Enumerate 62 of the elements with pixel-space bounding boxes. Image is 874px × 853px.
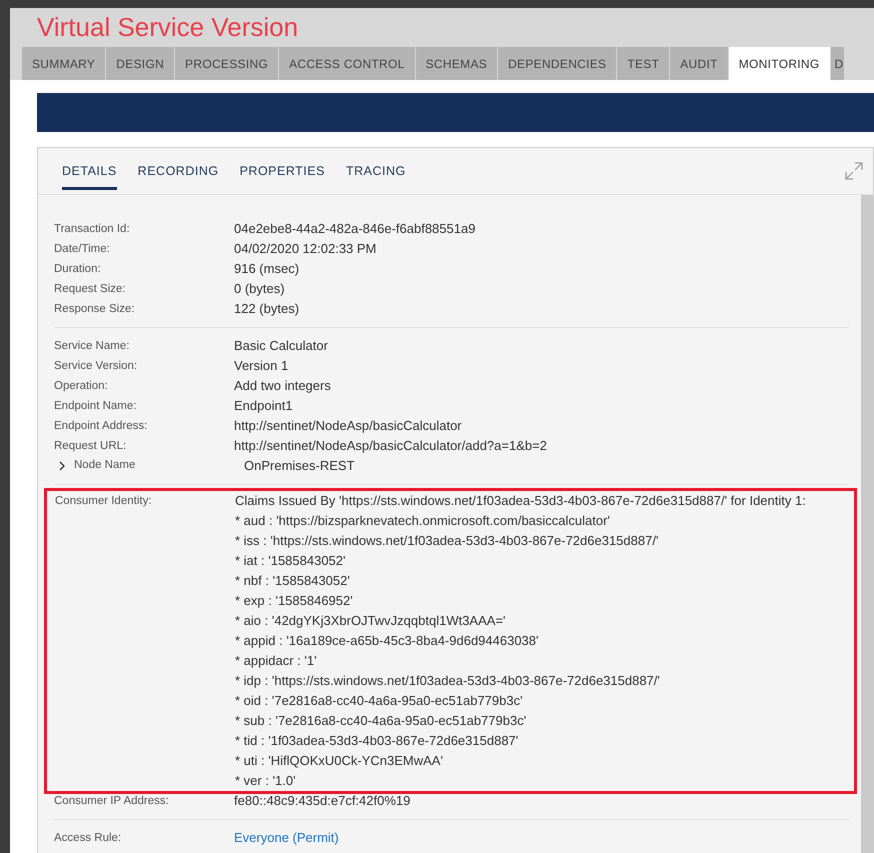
field-label: Operation: — [54, 379, 109, 394]
detail-tab[interactable]: RECORDING — [138, 162, 219, 190]
field-value: Add two integers — [234, 377, 331, 396]
field-value: Basic Calculator — [234, 337, 328, 356]
field-label: Service Version: — [54, 359, 138, 374]
field-label: Request Size: — [54, 282, 127, 297]
field-value: 122 (bytes) — [234, 300, 300, 318]
field-value: fe80::48c9:435d:e7cf:42f0%19 — [234, 792, 410, 810]
claim-line: * aud : 'https://bizsparknevatech.onmicrosoft.com/basiccalculator' — [235, 512, 611, 530]
field-value: OnPremises-REST — [244, 457, 355, 476]
field-label: Consumer Identity: — [55, 494, 153, 509]
field-label: Duration: — [54, 262, 102, 277]
field-value: http://sentinet/NodeAsp/basicCalculator/add?a=1&b=2 — [234, 437, 547, 456]
tab[interactable]: SCHEMAS — [416, 47, 498, 80]
field-value: Version 1 — [234, 357, 288, 376]
claim-line: * iss : 'https://sts.windows.net/1f03adea-53d3-4b03-867e-72d6e315d887/' — [235, 532, 660, 550]
field-label: Service Name: — [54, 339, 130, 354]
scrollbar[interactable] — [861, 195, 873, 853]
claim-line: * aio : '42dgYKj3XbrOJTwvJzqqbtql1Wt3AAA=' — [235, 612, 507, 630]
field-value: Endpoint1 — [234, 397, 293, 416]
access-rule-link[interactable]: Everyone (Permit) — [234, 828, 339, 848]
field-value: 04e2ebe8-44a2-482a-846e-f6abf88551a9 — [234, 220, 476, 238]
chevron-right-icon — [58, 461, 66, 471]
detail-tab[interactable]: DETAILS — [62, 162, 117, 190]
field-label: Request URL: — [54, 439, 128, 454]
field-value: 0 (bytes) — [234, 280, 285, 298]
tab[interactable]: PROCESSING — [175, 47, 278, 80]
tab[interactable]: DEPENDENCIES — [498, 47, 616, 80]
field-value: 04/02/2020 12:02:33 PM — [234, 240, 376, 258]
claim-line: * tid : '1f03adea-53d3-4b03-867e-72d6e315d887' — [235, 732, 520, 750]
claim-line: * idp : 'https://sts.windows.net/1f03adea-53d3-4b03-867e-72d6e315d887/' — [235, 672, 661, 690]
tab[interactable]: D — [830, 47, 844, 80]
detail-tab[interactable]: PROPERTIES — [240, 162, 325, 190]
tab[interactable]: ACCESS CONTROL — [279, 47, 415, 80]
tab[interactable]: AUDIT — [670, 47, 728, 80]
detail-tab[interactable]: TRACING — [346, 162, 406, 190]
tab[interactable]: TEST — [617, 47, 670, 80]
claim-line: * exp : '1585846952' — [235, 592, 354, 610]
claim-line: * uti : 'HiflQOKxU0Ck-YCn3EMwAA' — [235, 752, 444, 770]
field-value: http://sentinet/NodeAsp/basicCalculator — [234, 417, 462, 436]
claim-line: Claims Issued By 'https://sts.windows.net/1f03adea-53d3-4b03-867e-72d6e315d887/' for Identity 1: — [235, 492, 806, 510]
field-label: Endpoint Address: — [54, 419, 148, 434]
field-value: 916 (msec) — [234, 260, 300, 278]
claim-line: * oid : '7e2816a8-cc40-4a6a-95a0-ec51ab779b3c' — [235, 692, 524, 710]
node-name-expander[interactable]: Node Name — [54, 457, 244, 475]
tab[interactable]: MONITORING — [728, 47, 830, 80]
field-label: Response Size: — [54, 302, 136, 317]
claim-line: * appid : '16a189ce-a65b-45c3-8ba4-9d6d94463038' — [235, 632, 540, 650]
window-title: Virtual Service Version — [37, 11, 298, 44]
claim-line: * nbf : '1585843052' — [235, 572, 351, 590]
tab[interactable]: SUMMARY — [22, 47, 106, 80]
field-label: Endpoint Name: — [54, 399, 138, 414]
tab[interactable]: DESIGN — [106, 47, 174, 80]
field-label: Consumer IP Address: — [54, 794, 170, 809]
claim-line: * iat : '1585843052' — [235, 552, 346, 570]
field-label: Transaction Id: — [54, 222, 131, 237]
expand-icon[interactable] — [845, 162, 863, 180]
claim-line: * appidacr : '1' — [235, 652, 318, 670]
field-label: Date/Time: — [54, 242, 111, 257]
field-label: Access Rule: — [54, 831, 122, 846]
claim-line: * sub : '7e2816a8-cc40-4a6a-95a0-ec51ab779b3c' — [235, 712, 528, 730]
claim-line: * ver : '1.0' — [235, 772, 297, 790]
